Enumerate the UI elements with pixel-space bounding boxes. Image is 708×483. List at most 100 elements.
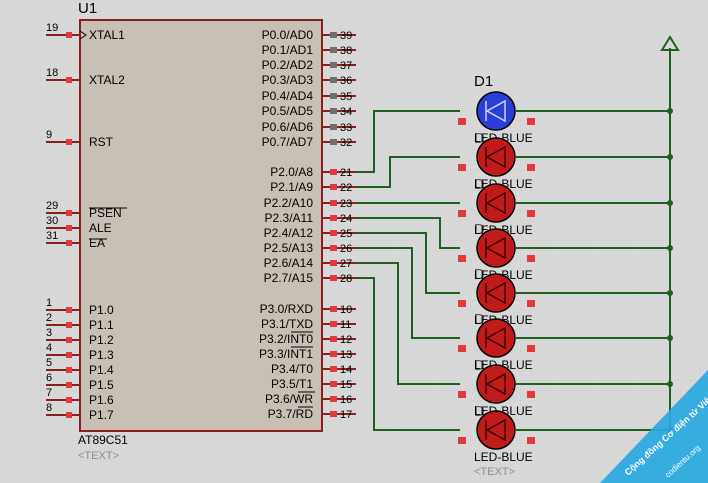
right-pin-number: 22 (340, 182, 352, 194)
left-pin-pad[interactable] (66, 225, 72, 231)
right-pin-pad[interactable] (330, 381, 337, 387)
left-pin-pad[interactable] (66, 32, 72, 38)
right-pin-number: 28 (340, 273, 352, 285)
right-pin-pad[interactable] (330, 321, 337, 327)
junction-dot (667, 108, 673, 114)
right-pin-number: 13 (340, 349, 352, 361)
right-pin-pad[interactable] (330, 93, 337, 99)
left-pin-pad[interactable] (66, 412, 72, 418)
led-pad-left (458, 118, 466, 125)
right-pin-name: P2.2/A10 (264, 196, 314, 210)
right-pin-pad[interactable] (330, 215, 337, 221)
left-pin-pad[interactable] (66, 397, 72, 403)
right-pin-number: 11 (340, 319, 351, 331)
right-pin-number: 21 (340, 167, 352, 179)
left-pin-pad[interactable] (66, 77, 72, 83)
led-pad-right (527, 437, 535, 444)
left-pin-number: 5 (46, 357, 52, 369)
right-pin-pad[interactable] (330, 139, 337, 145)
right-pin-pad[interactable] (330, 336, 337, 342)
right-pin-pad[interactable] (330, 245, 337, 251)
right-pin-pad[interactable] (330, 77, 337, 83)
left-pin-pad[interactable] (66, 352, 72, 358)
led-ref-label: D (474, 221, 485, 238)
left-pin-number: 1 (46, 297, 52, 309)
left-pin-pad[interactable] (66, 307, 72, 313)
schematic-canvas: U1 AT89C51 <TEXT> 19 XTAL1 18 XTAL2 9 RST 29 PS… (0, 0, 708, 483)
left-pin-name: P1.4 (89, 363, 114, 377)
right-pin-number: 25 (340, 228, 352, 240)
right-pin-number: 24 (340, 213, 352, 225)
right-pin-pad[interactable] (330, 411, 337, 417)
left-pin-pad[interactable] (66, 210, 72, 216)
right-pin-pad[interactable] (330, 396, 337, 402)
right-pin-pad[interactable] (330, 47, 337, 53)
left-pin-pad[interactable] (66, 240, 72, 246)
right-pin-pad[interactable] (330, 275, 337, 281)
right-pin-pad[interactable] (330, 32, 337, 38)
led-text-placeholder: <TEXT> (474, 466, 515, 478)
right-pin-number: 16 (340, 394, 352, 406)
led-pad-left (458, 164, 466, 171)
led-ref-label: D (474, 403, 485, 420)
led-pad-right (527, 210, 535, 217)
right-pin-pad[interactable] (330, 230, 337, 236)
microcontroller-u1[interactable]: U1 AT89C51 <TEXT> 19 XTAL118 XTAL29 RST29 PS… (46, 0, 356, 462)
left-pin-number: 29 (46, 200, 58, 212)
right-pin-pad[interactable] (330, 184, 337, 190)
right-pin-name: P0.6/AD6 (262, 120, 314, 134)
left-pin-pad[interactable] (66, 322, 72, 328)
left-pin-number: 8 (46, 402, 52, 414)
right-pin-number: 38 (340, 45, 352, 57)
left-pin-pad[interactable] (66, 367, 72, 373)
left-pin-number: 31 (46, 230, 58, 242)
right-pin-pad[interactable] (330, 200, 337, 206)
right-pin-name: P0.1/AD1 (262, 43, 314, 57)
right-pin-pad[interactable] (330, 351, 337, 357)
right-pin-name: P0.2/AD2 (262, 58, 314, 72)
led-pad-right (527, 345, 535, 352)
led-pad-left (458, 255, 466, 262)
led-ref-label: D (474, 311, 485, 328)
left-pin-number: 9 (46, 129, 52, 141)
right-pin-name: P2.0/A8 (270, 165, 313, 179)
right-pin-pad[interactable] (330, 62, 337, 68)
right-pin-name: P0.5/AD5 (262, 104, 314, 118)
junction-dot (667, 200, 673, 206)
left-pin-name: XTAL1 (89, 28, 125, 42)
right-pin-number: 10 (340, 304, 352, 316)
junction-dot (667, 290, 673, 296)
right-pin-pad[interactable] (330, 366, 337, 372)
right-pin-number: 15 (340, 379, 352, 391)
right-pin-name: P0.4/AD4 (262, 89, 314, 103)
right-pin-number: 34 (340, 106, 352, 118)
right-pin-name: P3.4/T0 (271, 362, 313, 376)
right-pin-pad[interactable] (330, 306, 337, 312)
left-pin-name: EA (89, 236, 105, 250)
right-pin-number: 33 (340, 122, 352, 134)
right-pin-name: P0.3/AD3 (262, 73, 314, 87)
led-pad-left (458, 345, 466, 352)
chip-ref-label: U1 (78, 0, 97, 17)
right-pin-name: P0.7/AD7 (262, 135, 314, 149)
led-pad-right (527, 255, 535, 262)
left-pin-name: P1.5 (89, 378, 114, 392)
chip-text-placeholder: <TEXT> (78, 450, 119, 462)
led-pad-left (458, 391, 466, 398)
right-pin-pad[interactable] (330, 108, 337, 114)
left-pin-pad[interactable] (66, 337, 72, 343)
left-pin-pad[interactable] (66, 139, 72, 145)
left-pin-number: 7 (46, 387, 52, 399)
right-pin-pad[interactable] (330, 169, 337, 175)
led-pad-right (527, 118, 535, 125)
right-pin-number: 17 (340, 409, 352, 421)
left-pin-name: XTAL2 (89, 73, 125, 87)
led-pad-right (527, 391, 535, 398)
right-pin-pad[interactable] (330, 124, 337, 130)
left-pin-pad[interactable] (66, 382, 72, 388)
led-body[interactable] (476, 91, 516, 131)
right-pin-pad[interactable] (330, 260, 337, 266)
right-pin-number: 12 (340, 334, 352, 346)
schematic-svg: U1 AT89C51 <TEXT> 19 XTAL118 XTAL29 RST29 PS… (0, 0, 708, 483)
right-pin-name: P2.6/A14 (264, 256, 314, 270)
